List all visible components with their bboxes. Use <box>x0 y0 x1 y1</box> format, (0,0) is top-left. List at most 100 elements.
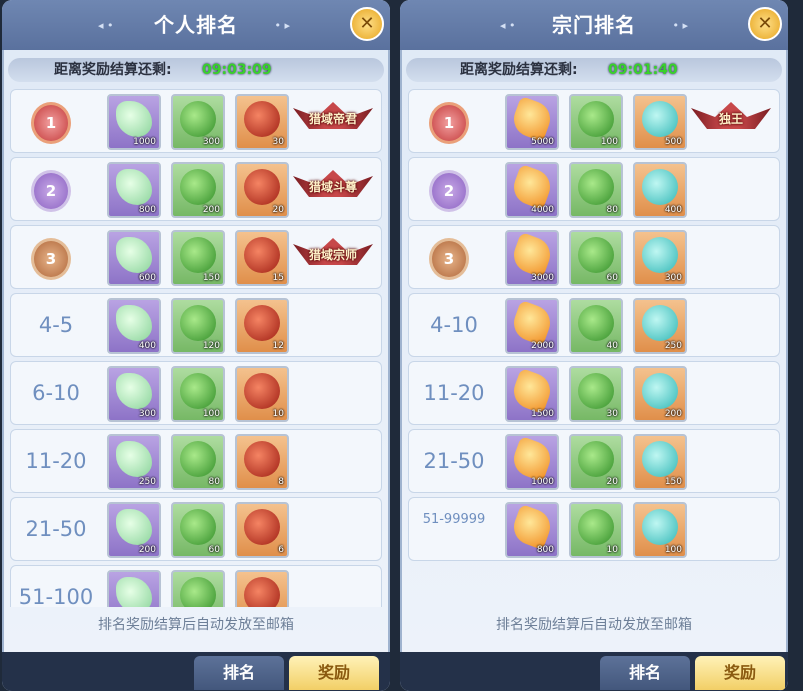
tab-rewards[interactable]: 奖励 <box>289 656 379 690</box>
item-count: 300 <box>202 137 220 147</box>
reward-item-slot[interactable]: 250 <box>633 298 687 354</box>
rank-medal-icon: 3 <box>429 238 469 280</box>
green-orb-icon <box>578 441 614 477</box>
reward-item-slot[interactable]: 1500 <box>505 366 559 422</box>
item-count: 1000 <box>133 137 156 147</box>
reward-item-slot[interactable]: 10 <box>235 366 289 422</box>
reward-item-slot[interactable]: 1000 <box>107 94 161 150</box>
orange-crystal-icon <box>508 299 556 347</box>
rank-range-label: 51-100 <box>18 585 94 607</box>
jade-dragon-icon <box>116 305 152 341</box>
reward-item-slot[interactable]: 800 <box>107 162 161 218</box>
item-count: 800 <box>138 205 156 215</box>
reward-item-slot[interactable]: 4 <box>235 570 289 607</box>
reward-item-slot[interactable]: 150 <box>633 434 687 490</box>
rank-list[interactable]: 1 5000 100 500 独王 2 4000 80 400 3 3000 60 300 4-10 200… <box>408 89 780 607</box>
reward-item-slot[interactable]: 1000 <box>505 434 559 490</box>
orange-crystal-icon <box>508 503 556 551</box>
red-orb-icon <box>244 305 280 341</box>
item-count: 800 <box>536 545 554 555</box>
reward-item-slot[interactable]: 400 <box>107 298 161 354</box>
tab-ranking[interactable]: 排名 <box>600 656 690 690</box>
rank-range-label: 11-20 <box>423 381 485 405</box>
timer-label: 距离奖励结算还剩: <box>54 62 172 78</box>
teal-orb-icon <box>642 101 678 137</box>
reward-item-slot[interactable]: 400 <box>633 162 687 218</box>
reward-item-slot[interactable]: 80 <box>171 434 225 490</box>
rank-row: 21-50 1000 20 150 <box>408 429 780 493</box>
reward-item-slot[interactable]: 60 <box>569 230 623 286</box>
reward-item-slot[interactable]: 6 <box>235 502 289 558</box>
item-count: 120 <box>202 341 220 351</box>
reward-item-slot[interactable]: 100 <box>171 366 225 422</box>
reward-item-slot[interactable]: 300 <box>633 230 687 286</box>
reward-item-slot[interactable]: 20 <box>235 162 289 218</box>
reward-item-slot[interactable]: 8 <box>235 434 289 490</box>
reward-timer: 距离奖励结算还剩: 09:03:09 <box>8 58 384 82</box>
reward-item-slot[interactable]: 12 <box>235 298 289 354</box>
reward-item-slot[interactable]: 2000 <box>505 298 559 354</box>
item-count: 20 <box>272 205 284 215</box>
reward-item-slot[interactable]: 800 <box>505 502 559 558</box>
green-orb-icon <box>578 101 614 137</box>
rank-row: 21-50 200 60 6 <box>10 497 382 561</box>
honor-title-badge[interactable]: 猎域帝君 <box>293 100 373 134</box>
reward-item-slot[interactable]: 30 <box>235 94 289 150</box>
item-count: 5000 <box>531 137 554 147</box>
honor-title-badge[interactable]: 猎域宗师 <box>293 236 373 270</box>
rank-row: 51-99999 800 10 100 <box>408 497 780 561</box>
title-bar: ◂ • 个人排名 • ▸ <box>2 0 390 50</box>
tab-rewards[interactable]: 奖励 <box>695 656 785 690</box>
reward-item-slot[interactable]: 200 <box>107 502 161 558</box>
reward-item-slot[interactable]: 250 <box>107 434 161 490</box>
footer-note: 排名奖励结算后自动发放至邮箱 <box>98 617 294 633</box>
tab-ranking[interactable]: 排名 <box>194 656 284 690</box>
reward-item-slot[interactable]: 3000 <box>505 230 559 286</box>
reward-item-slot[interactable]: 15 <box>235 230 289 286</box>
reward-timer: 距离奖励结算还剩: 09:01:40 <box>406 58 782 82</box>
reward-item-slot[interactable]: 100 <box>633 502 687 558</box>
red-orb-icon <box>244 237 280 273</box>
reward-item-slot[interactable]: 40 <box>569 298 623 354</box>
close-button[interactable]: ✕ <box>350 7 384 41</box>
item-count: 12 <box>272 341 284 351</box>
item-count: 100 <box>664 545 682 555</box>
item-count: 40 <box>606 341 618 351</box>
item-count: 250 <box>664 341 682 351</box>
item-count: 600 <box>138 273 156 283</box>
reward-item-slot[interactable]: 120 <box>171 298 225 354</box>
honor-title-badge[interactable]: 独王 <box>691 100 771 134</box>
reward-item-slot[interactable]: 300 <box>107 366 161 422</box>
reward-item-slot[interactable]: 30 <box>569 366 623 422</box>
reward-item-slot[interactable]: 300 <box>171 94 225 150</box>
reward-item-slot[interactable]: 10 <box>569 502 623 558</box>
green-orb-icon <box>578 237 614 273</box>
item-count: 150 <box>664 477 682 487</box>
green-orb-icon <box>578 169 614 205</box>
rank-row: 4-10 2000 40 250 <box>408 293 780 357</box>
reward-item-slot[interactable]: 5000 <box>505 94 559 150</box>
close-button[interactable]: ✕ <box>748 7 782 41</box>
orange-crystal-icon <box>508 231 556 279</box>
reward-item-slot[interactable]: 100 <box>569 94 623 150</box>
honor-title-text: 独王 <box>718 112 743 126</box>
panel-title: 个人排名 <box>154 13 238 37</box>
item-count: 2000 <box>531 341 554 351</box>
reward-item-slot[interactable]: 150 <box>107 570 161 607</box>
reward-item-slot[interactable]: 500 <box>633 94 687 150</box>
reward-item-slot[interactable]: 40 <box>171 570 225 607</box>
reward-item-slot[interactable]: 200 <box>171 162 225 218</box>
green-orb-icon <box>180 577 216 607</box>
reward-item-slot[interactable]: 20 <box>569 434 623 490</box>
reward-item-slot[interactable]: 150 <box>171 230 225 286</box>
item-count: 20 <box>606 477 618 487</box>
reward-item-slot[interactable]: 200 <box>633 366 687 422</box>
reward-item-slot[interactable]: 4000 <box>505 162 559 218</box>
rank-list[interactable]: 1 1000 300 30 猎域帝君 2 800 200 20 猎域斗尊 3 600 150 15 猎域宗师… <box>10 89 382 607</box>
honor-title-badge[interactable]: 猎域斗尊 <box>293 168 373 202</box>
item-count: 8 <box>278 477 284 487</box>
reward-item-slot[interactable]: 80 <box>569 162 623 218</box>
reward-item-slot[interactable]: 600 <box>107 230 161 286</box>
rank-range-label: 51-99999 <box>422 512 486 527</box>
reward-item-slot[interactable]: 60 <box>171 502 225 558</box>
